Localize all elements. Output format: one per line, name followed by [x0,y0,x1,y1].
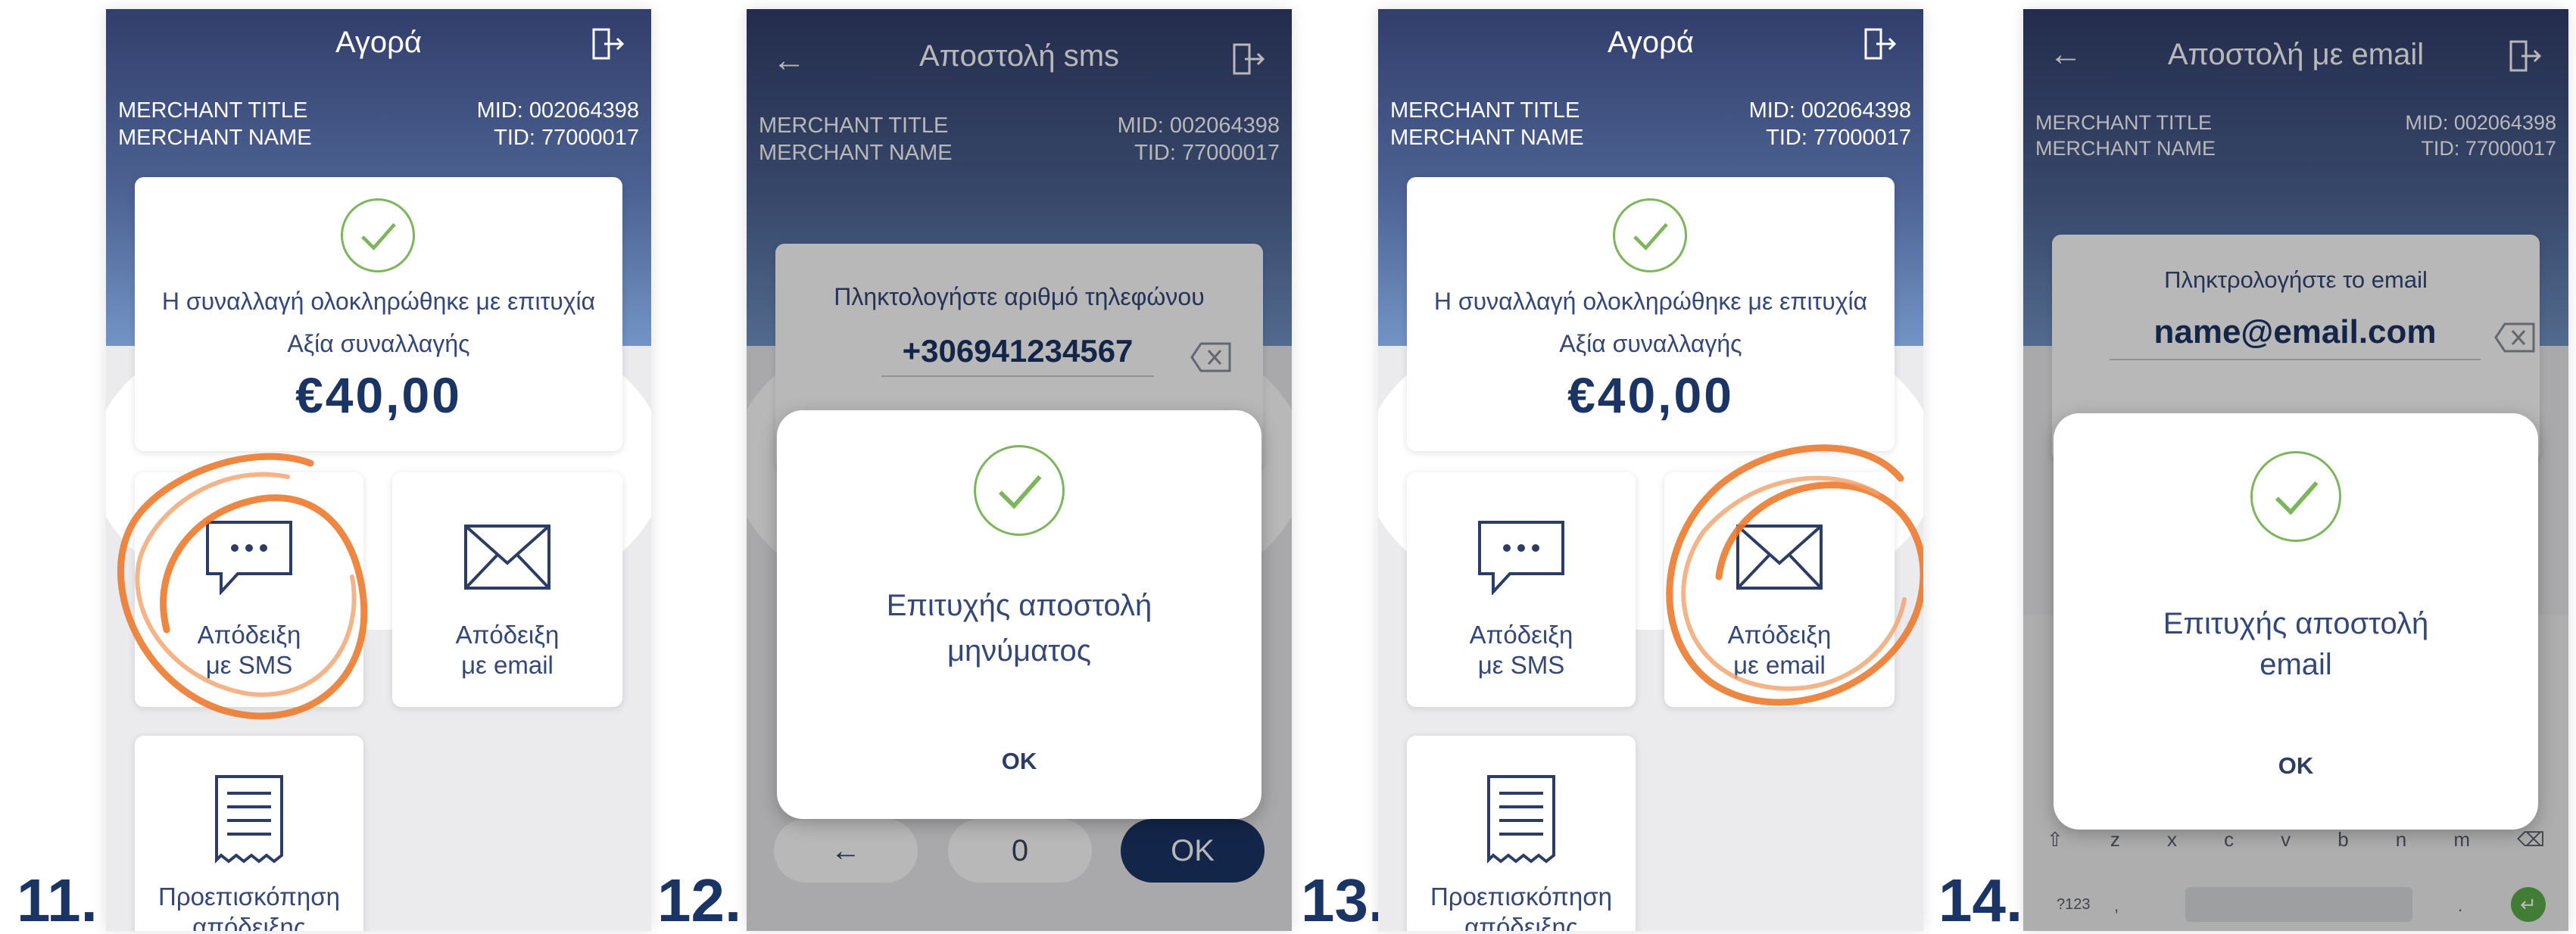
transaction-success-card: Η συναλλαγή ολοκληρώθηκε με επιτυχία Αξί… [135,177,622,451]
email-receipt-button[interactable]: Απόδειξη με email [392,472,622,707]
screen-purchase-sms: Αγορά MERCHANT TITLE MERCHANT NAME MID: … [106,9,651,931]
sms-receipt-label-2: με SMS [205,651,293,679]
success-check-icon [2250,451,2341,542]
merchant-name: MERCHANT NAME [1390,126,1584,150]
envelope-icon [464,525,550,590]
success-message: Η συναλλαγή ολοκληρώθηκε με επιτυχία [161,288,596,315]
page-title: Αγορά [1607,26,1695,59]
email-receipt-label-2: με email [1733,651,1826,679]
exit-icon[interactable] [1863,27,1898,61]
receipt-preview-label-1: Προεπισκόπηση [1430,883,1612,911]
receipt-preview-label-2: απόδειξης [192,913,306,931]
success-message: Η συναλλαγή ολοκληρώθηκε με επιτυχία [1433,288,1868,315]
amount-value: €40,00 [295,367,462,423]
chat-bubble-icon [206,521,292,595]
sms-receipt-label-2: με SMS [1477,651,1565,679]
success-check-icon [974,445,1065,536]
merchant-mid: MID: 002064398 [476,98,639,123]
receipt-icon [1487,775,1555,864]
sms-sent-dialog: Επιτυχής αποστολή μηνύματος OK [777,410,1261,819]
chat-bubble-icon [1478,521,1564,595]
receipt-preview-button[interactable]: Προεπισκόπηση απόδειξης [135,736,363,931]
merchant-title: MERCHANT TITLE [1390,98,1580,123]
exit-icon[interactable] [591,27,625,61]
sms-receipt-label-1: Απόδειξη [1469,621,1573,649]
receipt-icon [215,775,283,864]
merchant-name: MERCHANT NAME [118,126,312,150]
receipt-preview-button[interactable]: Προεπισκόπηση απόδειξης [1407,736,1636,931]
merchant-tid: TID: 77000017 [1766,126,1911,150]
amount-label: Αξία συναλλαγής [287,330,470,357]
dialog-ok-button[interactable]: OK [2054,752,2538,780]
email-sent-dialog: Επιτυχής αποστολή email OK [2054,413,2538,830]
dialog-message-line-2: email [2259,648,2332,681]
dialog-message-line-1: Επιτυχής αποστολή [2163,607,2429,640]
dialog-message-line-1: Επιτυχής αποστολή [886,589,1152,622]
screen-purchase-email: Αγορά MERCHANT TITLE MERCHANT NAME MID: … [1378,9,1923,931]
step-number-12: 12. [657,867,742,934]
transaction-success-card: Η συναλλαγή ολοκληρώθηκε με επιτυχία Αξί… [1407,177,1895,451]
page-title: Αγορά [335,26,423,59]
email-receipt-label-1: Απόδειξη [1727,621,1832,649]
step-number-11: 11. [17,867,98,934]
merchant-mid: MID: 002064398 [1748,98,1911,123]
success-check-icon [1613,198,1687,272]
merchant-tid: TID: 77000017 [494,126,639,150]
amount-value: €40,00 [1567,367,1734,423]
screen-send-email: ← Αποστολή με email MERCHANT TITLE MERCH… [2023,9,2568,931]
step-number-13: 13. [1301,867,1386,934]
screen-send-sms: ← Αποστολή sms MERCHANT TITLE MERCHANT N… [747,9,1292,931]
dialog-message-line-2: μηνύματος [947,634,1092,668]
sms-receipt-label-1: Απόδειξη [197,621,301,649]
sms-receipt-button[interactable]: Απόδειξη με SMS [135,472,363,707]
email-receipt-label-2: με email [461,651,554,679]
step-number-14: 14. [1938,867,2023,934]
dialog-ok-button[interactable]: OK [777,748,1261,775]
merchant-title: MERCHANT TITLE [118,98,308,123]
receipt-preview-label-1: Προεπισκόπηση [158,883,340,911]
amount-label: Αξία συναλλαγής [1559,330,1742,357]
envelope-icon [1736,525,1823,590]
email-receipt-button[interactable]: Απόδειξη με email [1664,472,1895,707]
email-receipt-label-1: Απόδειξη [455,621,560,649]
success-check-icon [341,198,415,272]
sms-receipt-button[interactable]: Απόδειξη με SMS [1407,472,1636,707]
receipt-preview-label-2: απόδειξης [1464,913,1578,931]
